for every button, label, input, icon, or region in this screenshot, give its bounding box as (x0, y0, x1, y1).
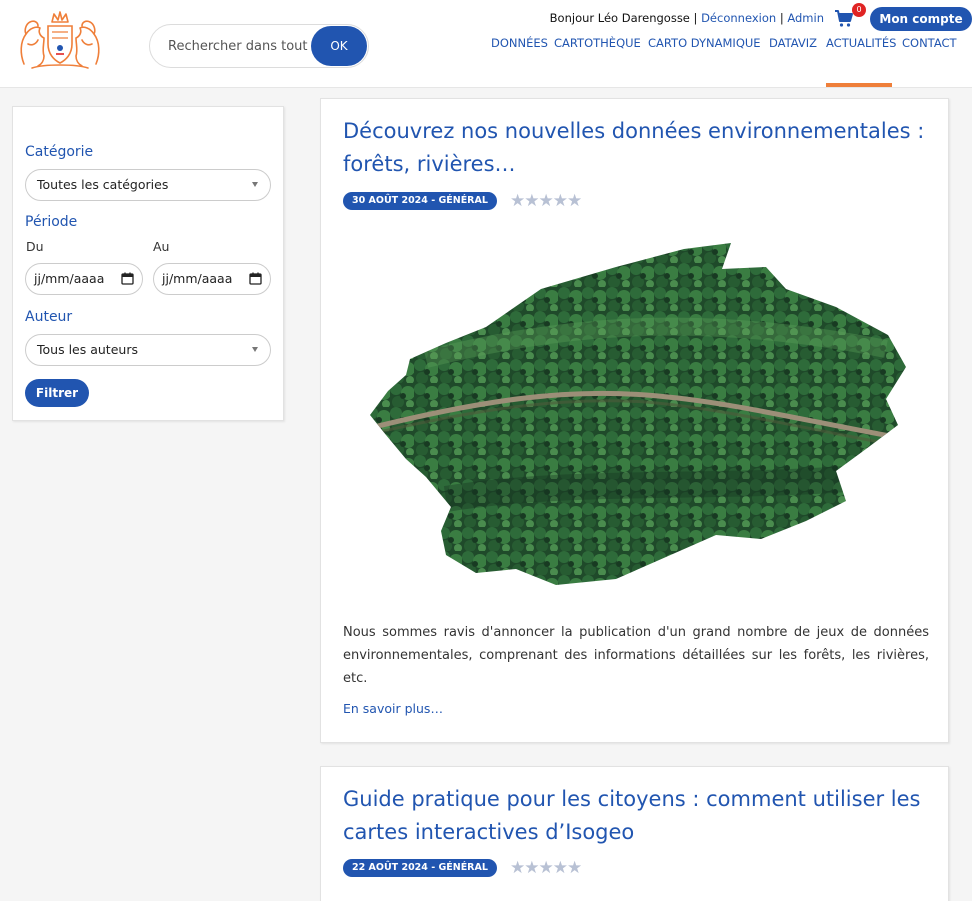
user-bar: Bonjour Léo Darengosse | Déconnexion | A… (550, 11, 824, 27)
chevron-down-icon (252, 347, 258, 352)
calendar-icon[interactable] (249, 272, 262, 285)
date-to-label: Au (153, 239, 170, 254)
star-rating[interactable]: ★★★★★ (510, 858, 582, 878)
my-account-button[interactable]: Mon compte (870, 7, 972, 31)
date-from-label: Du (26, 239, 44, 254)
site-header: OK Bonjour Léo Darengosse | Déconnexion … (0, 0, 972, 88)
category-select-value: Toutes les catégories (37, 177, 169, 192)
article-title-link[interactable]: Guide pratique pour les citoyens : comme… (343, 783, 933, 849)
nav-item-actualites[interactable]: ACTUALITÉS (826, 36, 896, 50)
nav-item-donnees[interactable]: DONNÉES (491, 36, 548, 50)
nav-item-dataviz[interactable]: DATAVIZ (769, 36, 817, 50)
article-title-link[interactable]: Découvrez nos nouvelles données environn… (343, 115, 933, 181)
forest-aerial-image (370, 243, 906, 585)
cart-icon (835, 10, 853, 27)
category-label: Catégorie (25, 144, 94, 160)
date-from-placeholder: jj/mm/aaaa (34, 271, 105, 286)
nav-item-contact[interactable]: CONTACT (902, 36, 957, 50)
separator: | (693, 11, 698, 25)
cart-button[interactable]: 0 (834, 3, 866, 28)
star-rating[interactable]: ★★★★★ (510, 191, 582, 211)
article-card: Guide pratique pour les citoyens : comme… (320, 766, 949, 901)
date-to-input[interactable]: jj/mm/aaaa (153, 263, 271, 295)
nav-item-carto-dynamique[interactable]: CARTO DYNAMIQUE (648, 36, 761, 50)
cart-count-badge: 0 (852, 3, 866, 17)
author-label: Auteur (25, 309, 73, 325)
filter-button[interactable]: Filtrer (25, 379, 89, 407)
date-category-badge: 22 AOÛT 2024 - GÉNÉRAL (343, 858, 497, 877)
nav-item-cartotheque[interactable]: CARTOTHÈQUE (554, 36, 641, 50)
article-meta: 30 AOÛT 2024 - GÉNÉRAL ★★★★★ (343, 190, 582, 211)
filter-sidebar: Catégorie Toutes les catégories Période … (12, 106, 284, 421)
author-select[interactable]: Tous les auteurs (25, 334, 271, 366)
admin-link[interactable]: Admin (787, 11, 824, 25)
logout-link[interactable]: Déconnexion (701, 11, 776, 25)
article-meta: 22 AOÛT 2024 - GÉNÉRAL ★★★★★ (343, 857, 582, 878)
greeting-text: Bonjour Léo Darengosse (549, 11, 690, 25)
date-to-placeholder: jj/mm/aaaa (162, 271, 233, 286)
article-card: Découvrez nos nouvelles données environn… (320, 98, 949, 743)
date-from-input[interactable]: jj/mm/aaaa (25, 263, 143, 295)
main-nav: DONNÉES CARTOTHÈQUE CARTO DYNAMIQUE DATA… (0, 36, 972, 88)
date-category-badge: 30 AOÛT 2024 - GÉNÉRAL (343, 191, 497, 210)
author-select-value: Tous les auteurs (37, 342, 138, 357)
separator: | (779, 11, 784, 25)
category-select[interactable]: Toutes les catégories (25, 169, 271, 201)
period-label: Période (25, 214, 78, 230)
calendar-icon[interactable] (121, 272, 134, 285)
read-more-link[interactable]: En savoir plus… (343, 701, 443, 716)
article-excerpt: Nous sommes ravis d'annoncer la publicat… (343, 625, 929, 686)
chevron-down-icon (252, 182, 258, 187)
nav-active-indicator (826, 83, 892, 87)
